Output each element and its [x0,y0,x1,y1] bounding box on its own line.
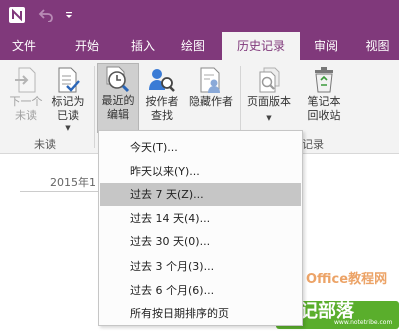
menu-item-last-30-days[interactable]: 过去 30 天(0)... [100,230,301,253]
hide-authors-button[interactable]: 隐藏作者 [186,65,236,133]
mark-read-label-2: 已读 [57,109,79,122]
recent-edits-label-2: 编辑 [107,108,129,121]
notebook-recycle-label: 笔记本 [307,95,341,108]
recent-edits-dropdown: 今天(T)... 昨天以来(Y)... 过去 7 天(Z)... 过去 14 天… [98,130,303,326]
hide-authors-icon [196,65,226,95]
recent-edits-button[interactable]: 最近的 编辑 [97,63,139,133]
watermark-url: www.notetribe.com [334,319,393,326]
ribbon-tabs: 文件 开始 插入 绘图 历史记录 审阅 视图 [0,32,399,60]
next-unread-button[interactable]: 下一个 未读 [5,65,47,133]
find-author-icon [147,65,177,95]
mark-read-icon [53,65,83,95]
menu-item-last-7-days[interactable]: 过去 7 天(Z)... [100,183,301,206]
group-separator [94,66,95,148]
group-label-unread: 未读 [34,138,56,151]
find-by-author-button[interactable]: 按作者 查找 [140,65,184,133]
title-bar [0,0,399,32]
page-versions-button[interactable]: 页面版本 ▼ [243,65,295,133]
next-unread-label: 下一个 [9,95,43,108]
page-versions-icon [254,65,284,95]
recent-edits-icon [103,64,133,94]
title-underline [20,191,110,192]
group-label-history: 记录 [302,138,324,151]
tab-review[interactable]: 审阅 [306,32,346,60]
menu-item-today[interactable]: 今天(T)... [100,136,301,159]
menu-item-all-pages-by-date[interactable]: 所有按日期排序的页 [100,302,301,325]
page-date: 2015年1 [50,176,96,189]
tab-draw[interactable]: 绘图 [168,32,218,60]
page-versions-label: 页面版本 [247,95,291,108]
menu-item-last-6-months[interactable]: 过去 6 个月(6)... [100,279,301,302]
menu-item-last-14-days[interactable]: 过去 14 天(4)... [100,207,301,230]
onenote-icon[interactable] [8,6,26,24]
notebook-recycle-label-2: 回收站 [307,109,341,122]
tab-insert[interactable]: 插入 [120,32,166,60]
tab-history[interactable]: 历史记录 [222,32,300,60]
undo-icon[interactable] [37,6,55,24]
customize-icon[interactable] [60,6,78,24]
chevron-down-icon: ▼ [266,114,272,122]
next-unread-label-2: 未读 [15,109,37,122]
next-unread-icon [11,65,41,95]
chevron-down-icon: ▼ [65,124,71,132]
menu-item-last-3-months[interactable]: 过去 3 个月(3)... [100,255,301,278]
watermark-text-1: Office教程网 [306,272,388,287]
mark-read-label: 标记为 [51,95,85,108]
find-by-author-label-2: 查找 [151,109,173,122]
mark-as-read-button[interactable]: 标记为 已读 ▼ [48,65,88,133]
recycle-bin-icon [309,65,339,95]
hide-authors-label: 隐藏作者 [189,95,233,108]
recent-edits-label: 最近的 [101,94,135,107]
menu-item-since-yesterday[interactable]: 昨天以来(Y)... [100,160,301,183]
tab-home[interactable]: 开始 [64,32,110,60]
notebook-recycle-bin-button[interactable]: 笔记本 回收站 [298,65,350,133]
tab-view[interactable]: 视图 [356,32,399,60]
tab-file[interactable]: 文件 [0,32,48,60]
find-by-author-label: 按作者 [145,95,179,108]
